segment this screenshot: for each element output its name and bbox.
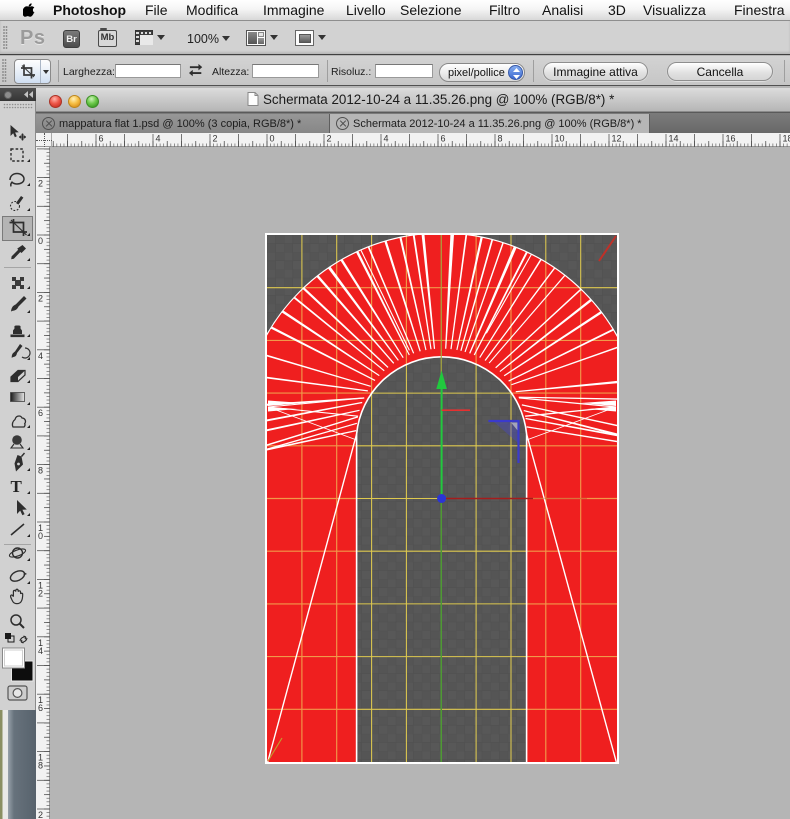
svg-text:2: 2 bbox=[38, 588, 43, 598]
svg-text:6: 6 bbox=[38, 408, 43, 418]
svg-text:6: 6 bbox=[99, 134, 104, 144]
svg-text:2: 2 bbox=[213, 134, 218, 144]
svg-text:2: 2 bbox=[38, 293, 43, 303]
svg-text:6: 6 bbox=[441, 134, 446, 144]
svg-text:8: 8 bbox=[38, 761, 43, 771]
svg-text:8: 8 bbox=[498, 134, 503, 144]
svg-text:18: 18 bbox=[783, 134, 790, 144]
svg-text:6: 6 bbox=[38, 703, 43, 713]
svg-text:14: 14 bbox=[669, 134, 679, 144]
svg-text:0: 0 bbox=[38, 531, 43, 541]
svg-text:4: 4 bbox=[38, 646, 43, 656]
svg-text:4: 4 bbox=[38, 351, 43, 361]
svg-text:2: 2 bbox=[327, 134, 332, 144]
svg-text:T: T bbox=[11, 477, 23, 496]
svg-text:4: 4 bbox=[384, 134, 389, 144]
svg-text:16: 16 bbox=[726, 134, 736, 144]
svg-text:10: 10 bbox=[555, 134, 565, 144]
svg-text:12: 12 bbox=[612, 134, 622, 144]
svg-text:2: 2 bbox=[38, 179, 43, 189]
svg-text:8: 8 bbox=[38, 466, 43, 476]
svg-text:4: 4 bbox=[156, 134, 161, 144]
svg-text:0: 0 bbox=[270, 134, 275, 144]
svg-text:0: 0 bbox=[38, 236, 43, 246]
